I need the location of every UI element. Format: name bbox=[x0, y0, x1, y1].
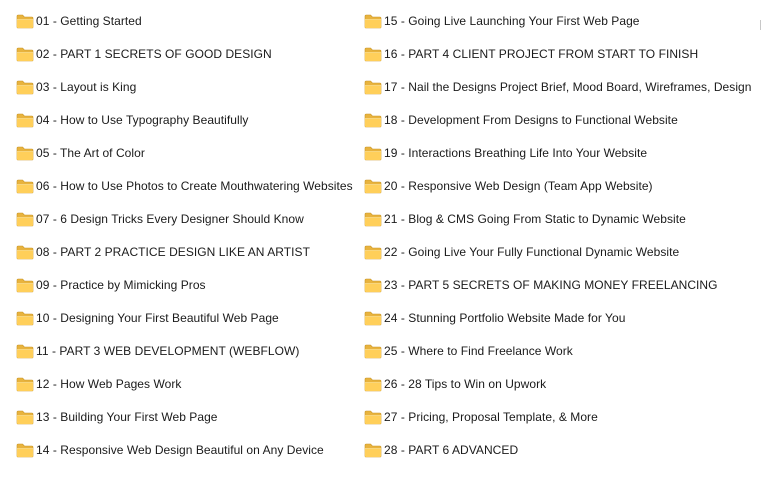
folder-item-label: 24 - Stunning Portfolio Website Made for… bbox=[384, 311, 626, 325]
folder-item[interactable]: 22 - Going Live Your Fully Functional Dy… bbox=[364, 236, 754, 269]
folder-item[interactable]: 13 - Building Your First Web Page bbox=[16, 401, 361, 434]
folder-item[interactable]: 11 - PART 3 WEB DEVELOPMENT (WEBFLOW) bbox=[16, 335, 361, 368]
folder-item[interactable]: 28 - PART 6 ADVANCED bbox=[364, 434, 754, 467]
folder-icon bbox=[16, 344, 34, 359]
folder-icon bbox=[364, 47, 382, 62]
folder-column-left: 01 - Getting Started 02 - PART 1 SECRETS … bbox=[16, 5, 361, 467]
folder-item-label: 04 - How to Use Typography Beautifully bbox=[36, 113, 249, 127]
folder-icon bbox=[364, 146, 382, 161]
folder-item[interactable]: 25 - Where to Find Freelance Work bbox=[364, 335, 754, 368]
folder-column-right: 15 - Going Live Launching Your First Web… bbox=[364, 5, 754, 467]
folder-item-label: 18 - Development From Designs to Functio… bbox=[384, 113, 678, 127]
folder-item-label: 05 - The Art of Color bbox=[36, 146, 145, 160]
folder-item-label: 06 - How to Use Photos to Create Mouthwa… bbox=[36, 179, 353, 193]
folder-icon bbox=[364, 410, 382, 425]
folder-item[interactable]: 26 - 28 Tips to Win on Upwork bbox=[364, 368, 754, 401]
folder-icon bbox=[16, 14, 34, 29]
folder-item-label: 26 - 28 Tips to Win on Upwork bbox=[384, 377, 547, 391]
folder-item-label: 17 - Nail the Designs Project Brief, Moo… bbox=[384, 80, 752, 94]
folder-item-label: 20 - Responsive Web Design (Team App Web… bbox=[384, 179, 653, 193]
folder-item-label: 02 - PART 1 SECRETS OF GOOD DESIGN bbox=[36, 47, 272, 61]
folder-item-label: 22 - Going Live Your Fully Functional Dy… bbox=[384, 245, 680, 259]
folder-icon bbox=[364, 113, 382, 128]
folder-icon bbox=[16, 212, 34, 227]
folder-icon bbox=[364, 179, 382, 194]
folder-item[interactable]: 14 - Responsive Web Design Beautiful on … bbox=[16, 434, 361, 467]
folder-item[interactable]: 19 - Interactions Breathing Life Into Yo… bbox=[364, 137, 754, 170]
folder-icon bbox=[16, 377, 34, 392]
folder-item[interactable]: 05 - The Art of Color bbox=[16, 137, 361, 170]
folder-item[interactable]: 08 - PART 2 PRACTICE DESIGN LIKE AN ARTI… bbox=[16, 236, 361, 269]
folder-icon bbox=[16, 245, 34, 260]
folder-item[interactable]: 18 - Development From Designs to Functio… bbox=[364, 104, 754, 137]
folder-item-label: 15 - Going Live Launching Your First Web… bbox=[384, 14, 640, 28]
folder-item[interactable]: 23 - PART 5 SECRETS OF MAKING MONEY FREE… bbox=[364, 269, 754, 302]
folder-item[interactable]: 24 - Stunning Portfolio Website Made for… bbox=[364, 302, 754, 335]
folder-item-label: 12 - How Web Pages Work bbox=[36, 377, 182, 391]
folder-item-label: 16 - PART 4 CLIENT PROJECT FROM START TO… bbox=[384, 47, 699, 61]
folder-item[interactable]: 10 - Designing Your First Beautiful Web … bbox=[16, 302, 361, 335]
folder-view: 01 - Getting Started 02 - PART 1 SECRETS … bbox=[0, 0, 761, 484]
folder-item[interactable]: 03 - Layout is King bbox=[16, 71, 361, 104]
folder-icon bbox=[16, 278, 34, 293]
folder-icon bbox=[364, 443, 382, 458]
folder-item-label: 10 - Designing Your First Beautiful Web … bbox=[36, 311, 279, 325]
folder-item[interactable]: 09 - Practice by Mimicking Pros bbox=[16, 269, 361, 302]
folder-icon bbox=[364, 245, 382, 260]
folder-item-label: 28 - PART 6 ADVANCED bbox=[384, 443, 519, 457]
folder-item[interactable]: 01 - Getting Started bbox=[16, 5, 361, 38]
folder-item-label: 11 - PART 3 WEB DEVELOPMENT (WEBFLOW) bbox=[36, 344, 300, 358]
folder-item[interactable]: 16 - PART 4 CLIENT PROJECT FROM START TO… bbox=[364, 38, 754, 71]
folder-item[interactable]: 04 - How to Use Typography Beautifully bbox=[16, 104, 361, 137]
folder-item-label: 01 - Getting Started bbox=[36, 14, 142, 28]
folder-icon bbox=[16, 80, 34, 95]
folder-item[interactable]: 21 - Blog & CMS Going From Static to Dyn… bbox=[364, 203, 754, 236]
folder-icon bbox=[16, 410, 34, 425]
folder-icon bbox=[16, 113, 34, 128]
folder-item[interactable]: 17 - Nail the Designs Project Brief, Moo… bbox=[364, 71, 754, 104]
folder-icon bbox=[16, 443, 34, 458]
folder-icon bbox=[16, 47, 34, 62]
folder-icon bbox=[16, 311, 34, 326]
folder-icon bbox=[364, 311, 382, 326]
folder-item-label: 03 - Layout is King bbox=[36, 80, 137, 94]
folder-icon bbox=[364, 14, 382, 29]
folder-item-label: 07 - 6 Design Tricks Every Designer Shou… bbox=[36, 212, 304, 226]
folder-item-label: 21 - Blog & CMS Going From Static to Dyn… bbox=[384, 212, 686, 226]
folder-item[interactable]: 20 - Responsive Web Design (Team App Web… bbox=[364, 170, 754, 203]
folder-icon bbox=[364, 80, 382, 95]
folder-icon bbox=[364, 344, 382, 359]
folder-item[interactable]: 27 - Pricing, Proposal Template, & More bbox=[364, 401, 754, 434]
folder-icon bbox=[16, 146, 34, 161]
folder-item[interactable]: 07 - 6 Design Tricks Every Designer Shou… bbox=[16, 203, 361, 236]
folder-item-label: 27 - Pricing, Proposal Template, & More bbox=[384, 410, 598, 424]
folder-item-label: 08 - PART 2 PRACTICE DESIGN LIKE AN ARTI… bbox=[36, 245, 310, 259]
folder-item-label: 09 - Practice by Mimicking Pros bbox=[36, 278, 206, 292]
folder-item-label: 13 - Building Your First Web Page bbox=[36, 410, 218, 424]
folder-icon bbox=[364, 278, 382, 293]
folder-icon bbox=[364, 377, 382, 392]
folder-item-label: 14 - Responsive Web Design Beautiful on … bbox=[36, 443, 324, 457]
folder-item-label: 25 - Where to Find Freelance Work bbox=[384, 344, 573, 358]
folder-item[interactable]: 12 - How Web Pages Work bbox=[16, 368, 361, 401]
folder-icon bbox=[16, 179, 34, 194]
folder-item-label: 19 - Interactions Breathing Life Into Yo… bbox=[384, 146, 648, 160]
folder-item-label: 23 - PART 5 SECRETS OF MAKING MONEY FREE… bbox=[384, 278, 718, 292]
folder-icon bbox=[364, 212, 382, 227]
folder-item[interactable]: 15 - Going Live Launching Your First Web… bbox=[364, 5, 754, 38]
folder-item[interactable]: 06 - How to Use Photos to Create Mouthwa… bbox=[16, 170, 361, 203]
folder-item[interactable]: 02 - PART 1 SECRETS OF GOOD DESIGN bbox=[16, 38, 361, 71]
